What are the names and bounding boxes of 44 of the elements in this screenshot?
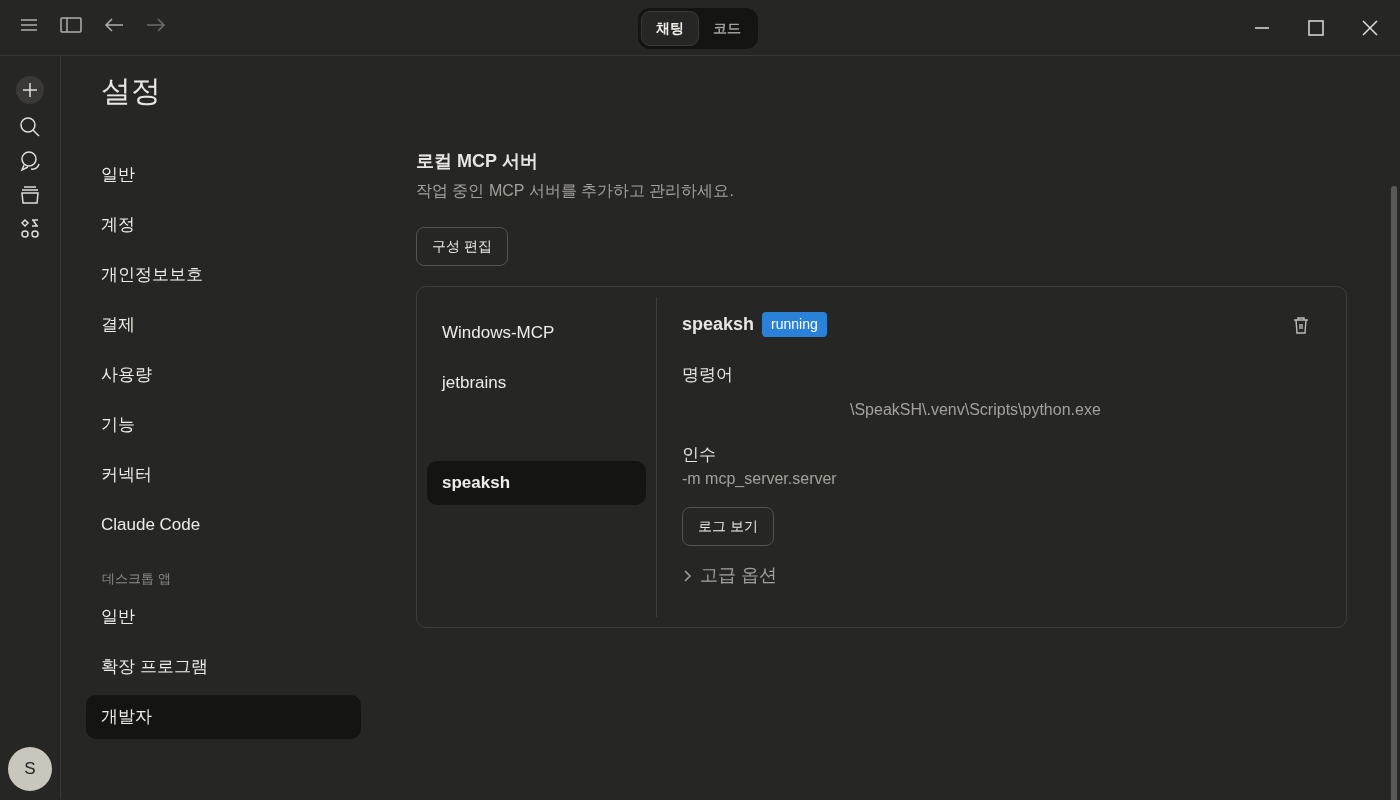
command-value: \SpeakSH\.venv\Scripts\python.exe [849,399,1102,420]
scrollbar[interactable] [1391,186,1397,800]
sidebar-toggle-icon[interactable] [60,17,82,33]
field-label: 명령어 [682,364,734,386]
section-description: 작업 중인 MCP 서버를 추가하고 관리하세요. [416,181,735,201]
shapes-icon[interactable] [19,218,41,240]
settings-nav-item[interactable]: 기능 [86,403,361,447]
settings-nav-item[interactable]: 결제 [86,303,361,347]
settings-nav-item[interactable]: 사용량 [86,353,361,397]
menu-icon[interactable] [20,18,38,32]
settings-nav-item[interactable]: 커넥터 [86,453,361,497]
mode-tab[interactable]: 채팅 [641,11,699,46]
settings-nav-item[interactable]: Claude Code [86,503,361,547]
avatar[interactable]: S [8,747,52,791]
back-arrow-icon[interactable] [104,18,124,32]
chat-bubbles-icon[interactable] [19,150,41,172]
server-list-item[interactable]: jetbrains [427,361,646,405]
section-label: 데스크톱 앱 [102,570,172,588]
settings-nav-item[interactable]: 계정 [86,203,361,247]
new-chat-icon[interactable] [16,76,44,104]
server-name: speaksh [682,313,755,336]
chevron-icon [682,568,692,583]
settings-nav-item[interactable]: 개발자 [86,694,361,739]
forward-arrow-icon[interactable] [146,18,166,32]
maximize-icon[interactable] [1308,20,1324,36]
field-label: 인수 [682,443,717,466]
status-badge: running [762,312,827,337]
server-list-item[interactable]: speaksh [427,461,646,505]
trash-icon[interactable] [1293,315,1309,334]
server-list-item[interactable]: Windows-MCP [427,311,646,355]
args-value: -m mcp_server.server [682,469,838,489]
section-heading: 로컬 MCP 서버 [416,150,539,173]
settings-nav-item[interactable]: 개인정보보호 [86,253,361,297]
search-icon[interactable] [19,116,41,138]
edit-config-button[interactable]: 구성 편집 [416,227,508,266]
tray-icon[interactable] [19,184,41,206]
page-title: 설정 [101,72,162,110]
mode-tab[interactable]: 코드 [699,11,755,46]
advanced-options-toggle[interactable]: 고급 옵션 [682,562,777,589]
settings-nav-item[interactable]: 일반 [86,153,361,197]
settings-nav-item[interactable]: 확장 프로그램 [86,644,361,689]
settings-nav-item[interactable]: 일반 [86,594,361,639]
view-logs-button[interactable]: 로그 보기 [682,507,774,546]
close-icon[interactable] [1362,20,1378,36]
